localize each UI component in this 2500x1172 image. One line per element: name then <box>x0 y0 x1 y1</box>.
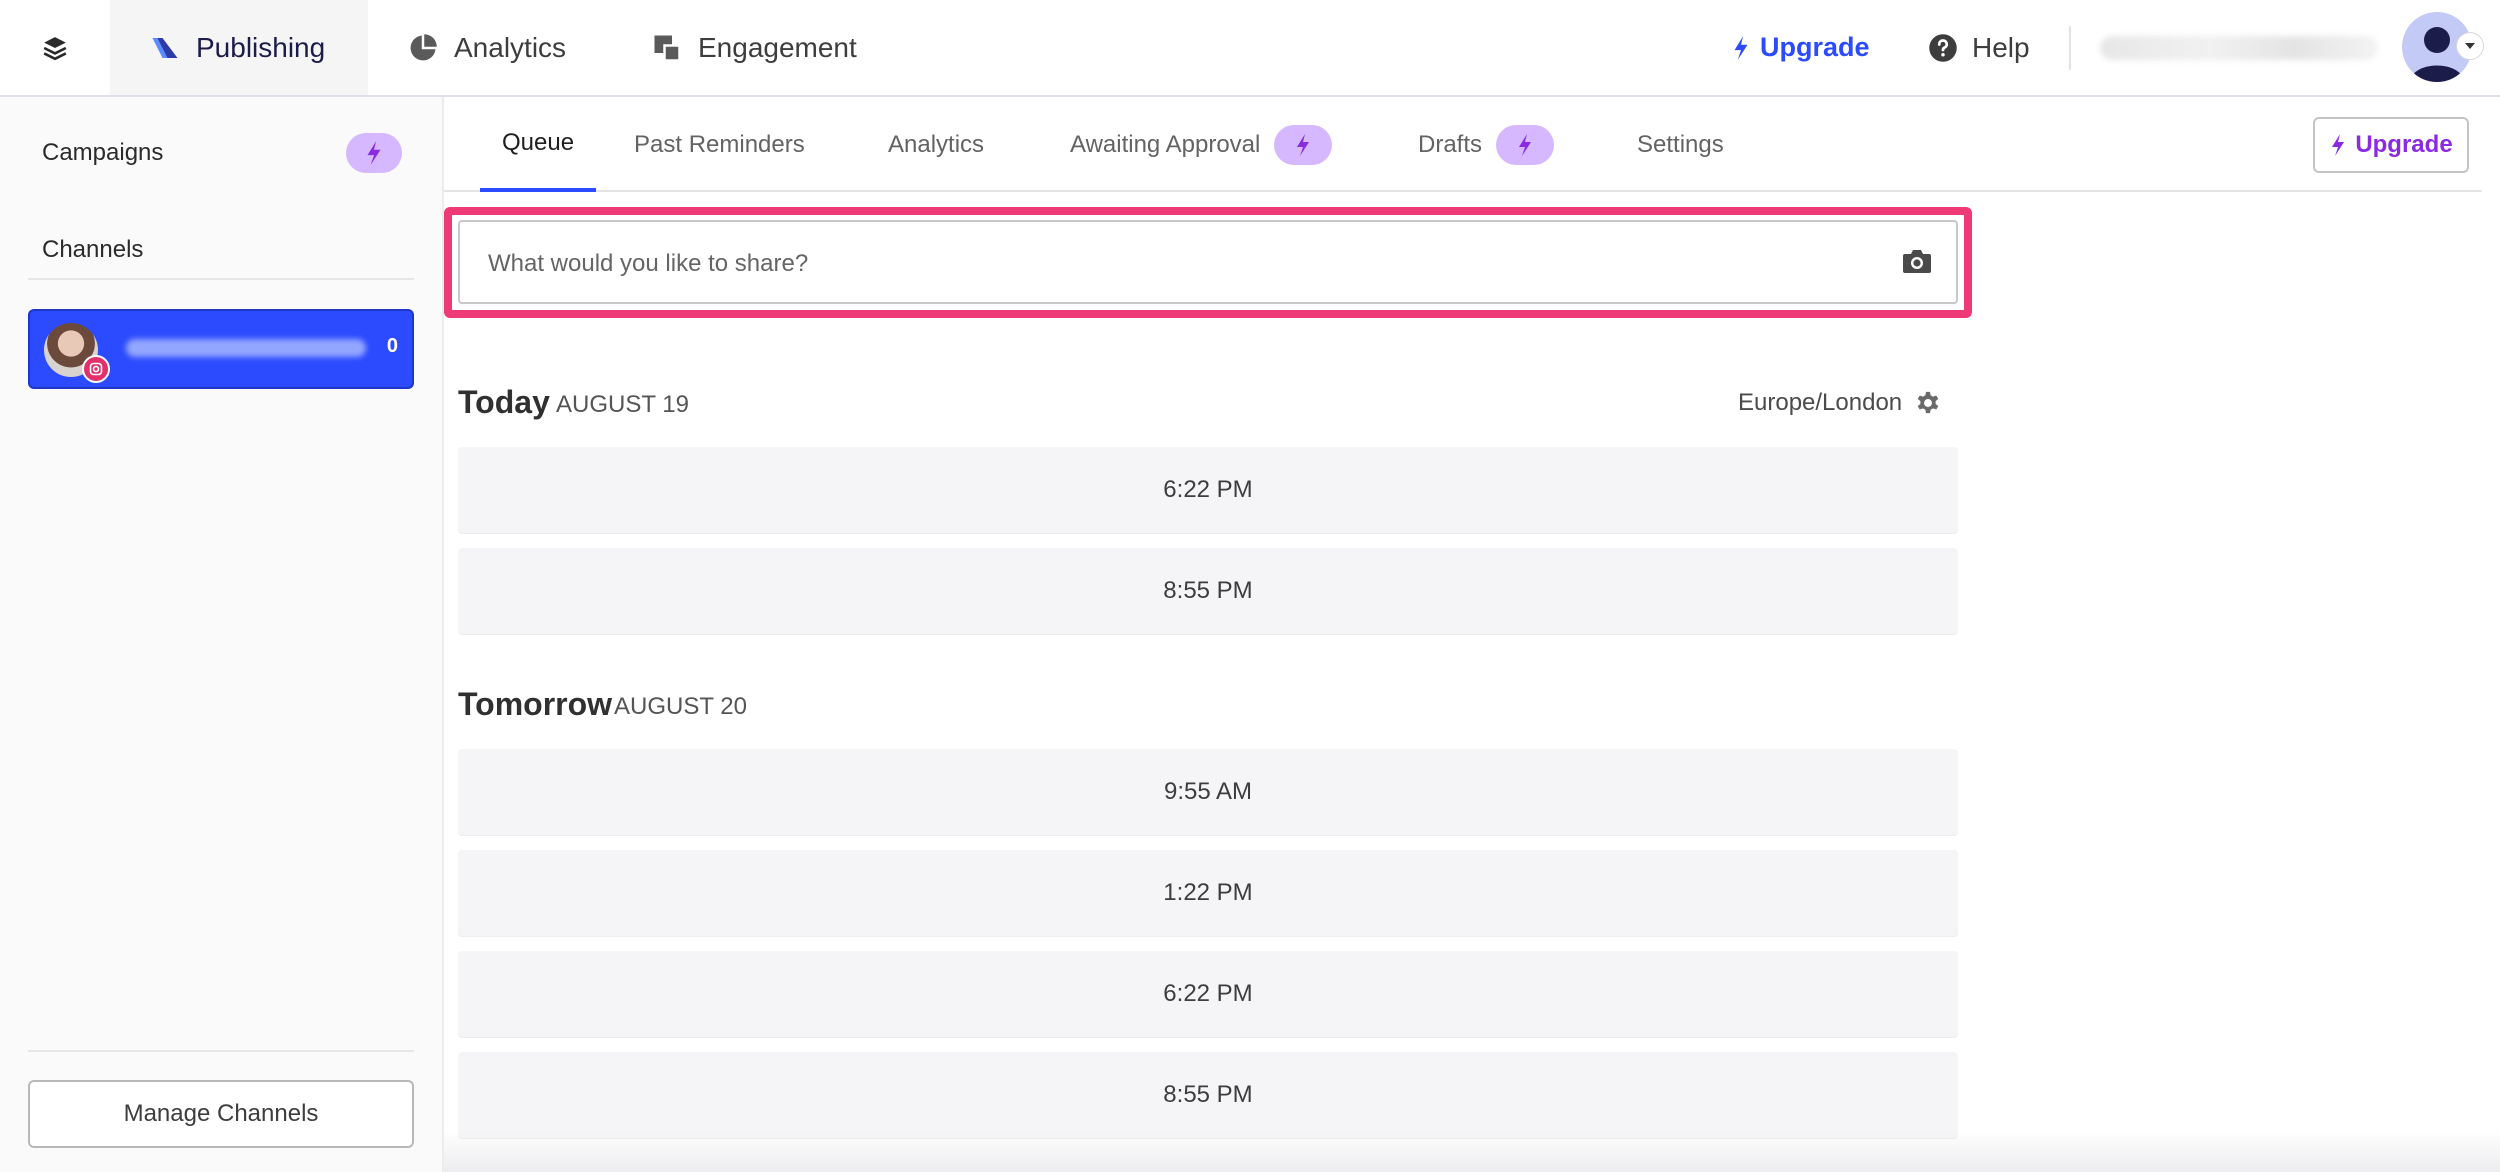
manage-channels-button[interactable]: Manage Channels <box>28 1080 414 1148</box>
engagement-icon <box>652 33 682 63</box>
gear-icon[interactable] <box>1914 389 1942 417</box>
sidebar-item-channel[interactable]: 0 <box>28 309 414 389</box>
tab-analytics[interactable]: Analytics <box>888 97 984 192</box>
queue-time-slot[interactable]: 9:55 AM <box>458 749 1958 835</box>
channels-heading: Channels <box>42 236 144 263</box>
lightning-icon <box>1730 35 1752 61</box>
channel-queue-count: 0 <box>386 335 398 357</box>
nav-tab-publishing[interactable]: Publishing <box>110 0 368 95</box>
tab-drafts[interactable]: Drafts <box>1418 97 1555 192</box>
queue-time-slot[interactable]: 6:22 PM <box>458 951 1958 1037</box>
upgrade-label: Upgrade <box>1760 32 1870 62</box>
instagram-icon <box>82 355 110 383</box>
composer-placeholder[interactable]: What would you like to share? <box>488 250 808 278</box>
timezone-setting[interactable]: Europe/London <box>1738 389 1942 417</box>
upgrade-button[interactable]: Upgrade <box>2313 117 2469 173</box>
queue-time-slot[interactable]: 1:22 PM <box>458 850 1958 936</box>
nav-tab-engagement[interactable]: Engagement <box>652 0 857 95</box>
nav-tab-label: Publishing <box>196 31 326 63</box>
tab-label: Queue <box>502 128 575 156</box>
scroll-fade <box>444 1130 2500 1172</box>
tab-label: Awaiting Approval <box>1070 130 1261 158</box>
help-label: Help <box>1972 31 2030 63</box>
lightning-icon <box>1274 124 1333 165</box>
queue-time-slot[interactable]: 8:55 PM <box>458 548 1958 634</box>
nav-tab-label: Engagement <box>698 31 857 63</box>
tab-label: Past Reminders <box>634 130 805 158</box>
help-icon <box>1928 33 1958 63</box>
divider <box>28 1050 414 1052</box>
nav-tab-analytics[interactable]: Analytics <box>408 0 566 95</box>
upgrade-link[interactable]: Upgrade <box>1730 0 1870 95</box>
nav-divider <box>2069 26 2071 70</box>
chevron-down-icon[interactable] <box>2456 32 2484 60</box>
pie-chart-icon <box>408 33 438 63</box>
timezone-label: Europe/London <box>1738 389 1903 416</box>
tab-label: Drafts <box>1418 130 1483 158</box>
lightning-icon <box>367 141 381 165</box>
account-name-redacted <box>2100 36 2378 60</box>
top-navigation: Publishing Analytics Engagement Upgrade <box>0 0 2500 97</box>
campaigns-upgrade-badge[interactable] <box>346 133 402 173</box>
publishing-icon <box>150 33 180 63</box>
divider <box>28 278 414 280</box>
lightning-icon <box>2329 133 2347 157</box>
lightning-icon <box>1496 124 1555 165</box>
sidebar: Campaigns Channels 0 Manage Channels <box>0 97 444 1172</box>
queue-time-slot[interactable]: 6:22 PM <box>458 447 1958 533</box>
tab-awaiting-approval[interactable]: Awaiting Approval <box>1070 97 1333 192</box>
app-logo-icon[interactable] <box>0 0 110 95</box>
day-heading-tomorrow: Tomorrow <box>458 686 613 722</box>
queue-time-slot[interactable]: 8:55 PM <box>458 1052 1958 1138</box>
channel-name-redacted <box>126 339 366 357</box>
tab-label: Settings <box>1637 130 1724 158</box>
nav-tab-label: Analytics <box>454 31 567 63</box>
day-heading-today: Today <box>458 384 550 420</box>
tab-queue[interactable]: Queue <box>480 97 597 192</box>
campaigns-link[interactable]: Campaigns <box>42 139 163 167</box>
sub-tabs: Queue Past Reminders Analytics Awaiting … <box>444 97 2482 192</box>
upgrade-button-label: Upgrade <box>2355 131 2453 158</box>
help-link[interactable]: Help <box>1928 0 2030 95</box>
tab-settings[interactable]: Settings <box>1637 97 1724 192</box>
tab-past-reminders[interactable]: Past Reminders <box>634 97 805 192</box>
tab-label: Analytics <box>888 130 985 158</box>
post-composer[interactable]: What would you like to share? <box>458 220 1958 304</box>
day-date-today: AUGUST 19 <box>556 391 689 418</box>
day-date-tomorrow: AUGUST 20 <box>614 693 747 720</box>
camera-icon[interactable] <box>1902 248 1932 279</box>
